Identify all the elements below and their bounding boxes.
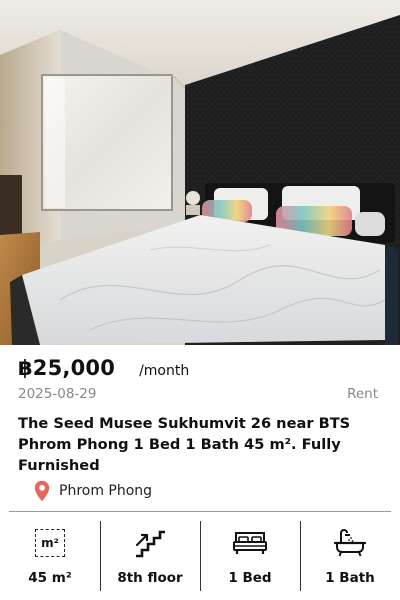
listing-date: 2025-08-29: [18, 386, 97, 402]
feature-area-label: 45 m²: [28, 570, 72, 586]
feature-bath-label: 1 Bath: [325, 570, 375, 586]
divider: [9, 511, 391, 512]
square-meter-icon-text: m²: [35, 529, 65, 557]
feature-bath: 1 Bath: [300, 521, 400, 591]
feature-floor: 8th floor: [100, 521, 200, 591]
location-text: Phrom Phong: [59, 483, 153, 499]
feature-floor-label: 8th floor: [117, 570, 183, 586]
price: ฿25,000: [18, 356, 116, 380]
price-row: ฿25,000 /month: [18, 356, 189, 380]
location: Phrom Phong: [34, 480, 152, 502]
feature-bed: 1 Bed: [200, 521, 300, 591]
meta-row: 2025-08-29 Rent: [18, 386, 378, 402]
listing-type: Rent: [347, 386, 378, 402]
features-strip: m² 45 m² 8th floor 1 Bed 1 Bath: [0, 521, 400, 591]
bedroom-photo-image: [0, 0, 400, 345]
listing-card[interactable]: ฿25,000 /month 2025-08-29 Rent The Seed …: [0, 0, 400, 600]
map-pin-icon: [34, 480, 50, 502]
listing-title[interactable]: The Seed Musee Sukhumvit 26 near BTS Phr…: [18, 413, 384, 476]
feature-area: m² 45 m²: [0, 521, 100, 591]
stairs-icon: [132, 527, 168, 559]
square-meter-icon: m²: [32, 527, 68, 559]
feature-bed-label: 1 Bed: [228, 570, 272, 586]
bed-icon: [232, 527, 268, 559]
listing-photo[interactable]: [0, 0, 400, 345]
bathtub-icon: [332, 527, 368, 559]
price-period: /month: [139, 363, 190, 379]
